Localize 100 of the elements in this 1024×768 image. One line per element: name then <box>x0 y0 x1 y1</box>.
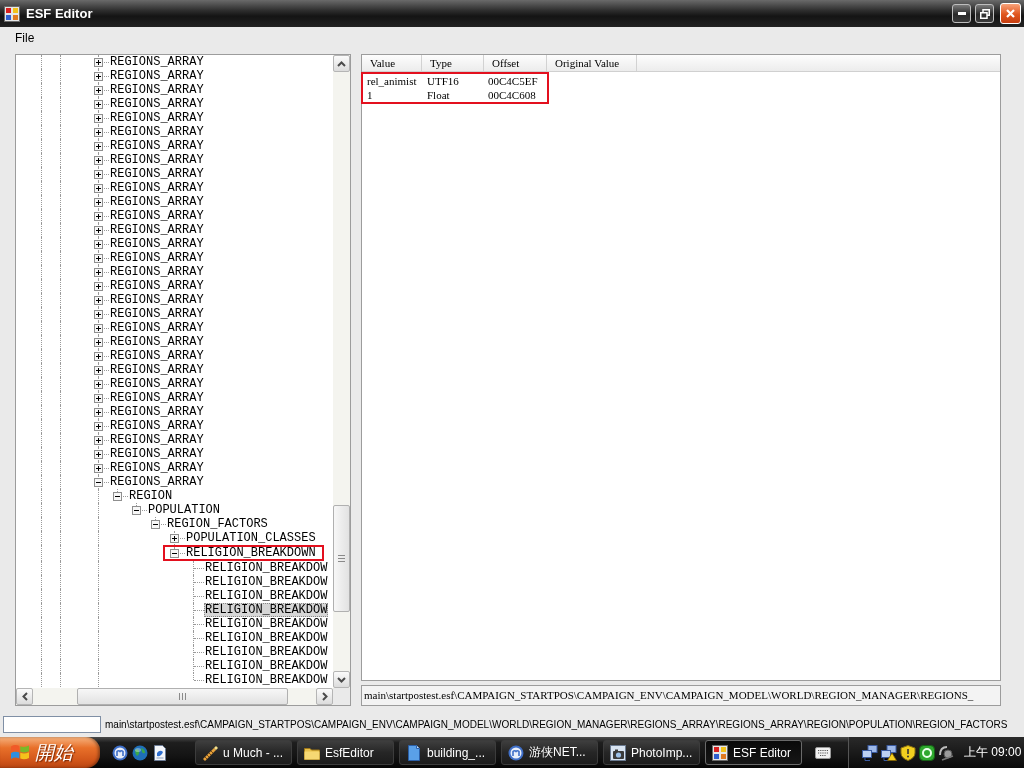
round-logo-icon[interactable] <box>112 744 128 761</box>
plus-box-icon[interactable] <box>94 72 103 81</box>
plus-box-icon[interactable] <box>94 198 103 207</box>
column-header[interactable]: Value <box>362 55 422 71</box>
taskbar-button[interactable]: EsfEditor <box>297 740 394 765</box>
tree-item[interactable]: REGIONS_ARRAY <box>109 209 205 223</box>
globe-icon[interactable] <box>132 744 148 761</box>
minus-box-icon[interactable] <box>113 492 122 501</box>
tree-item[interactable]: RELIGION_BREAKDOW <box>204 645 329 659</box>
tree-item[interactable]: REGIONS_ARRAY <box>109 377 205 391</box>
restore-button[interactable] <box>975 4 994 23</box>
plus-box-icon[interactable] <box>94 436 103 445</box>
plus-box-icon[interactable] <box>94 156 103 165</box>
document-icon[interactable] <box>152 744 168 761</box>
plus-box-icon[interactable] <box>94 86 103 95</box>
tree-item[interactable]: POPULATION <box>147 503 221 517</box>
network-warning-icon[interactable] <box>881 744 897 761</box>
tree-item[interactable]: REGIONS_ARRAY <box>109 391 205 405</box>
scroll-up-button[interactable] <box>333 55 350 72</box>
tree-item[interactable]: REGIONS_ARRAY <box>109 237 205 251</box>
tree-item[interactable]: REGIONS_ARRAY <box>109 475 205 489</box>
plus-box-icon[interactable] <box>94 240 103 249</box>
plus-box-icon[interactable] <box>94 380 103 389</box>
plus-box-icon[interactable] <box>94 324 103 333</box>
tree-item[interactable]: REGIONS_ARRAY <box>109 251 205 265</box>
tree-item[interactable]: REGIONS_ARRAY <box>109 55 205 69</box>
plus-box-icon[interactable] <box>94 212 103 221</box>
tree-item[interactable]: REGION_FACTORS <box>166 517 269 531</box>
plus-box-icon[interactable] <box>94 352 103 361</box>
plus-box-icon[interactable] <box>94 254 103 263</box>
minimize-button[interactable] <box>952 4 971 23</box>
taskbar-button[interactable]: 游侠NET... <box>501 740 598 765</box>
scroll-thumb[interactable] <box>77 688 288 705</box>
tree-item[interactable]: REGIONS_ARRAY <box>109 265 205 279</box>
tree-item[interactable]: REGIONS_ARRAY <box>109 111 205 125</box>
network-icon[interactable] <box>862 744 878 761</box>
start-button[interactable]: 開始 <box>0 737 100 768</box>
tree-item[interactable]: RELIGION_BREAKDOW <box>204 603 329 617</box>
tree-item[interactable]: REGIONS_ARRAY <box>109 97 205 111</box>
tree-item[interactable]: REGIONS_ARRAY <box>109 433 205 447</box>
tree-item[interactable]: REGIONS_ARRAY <box>109 321 205 335</box>
tree-item[interactable]: REGIONS_ARRAY <box>109 447 205 461</box>
tree-item[interactable]: RELIGION_BREAKDOWN <box>185 547 317 559</box>
vertical-scrollbar[interactable] <box>333 55 350 688</box>
scroll-down-button[interactable] <box>333 671 350 688</box>
tree-item[interactable]: RELIGION_BREAKDOW <box>204 617 329 631</box>
tree-item[interactable]: POPULATION_CLASSES <box>185 531 317 545</box>
path-field[interactable]: main\startpostest.esf\CAMPAIGN_STARTPOS\CAMPAIGN_ENV\CAMPAIGN_MODEL\WORLD\REGION_MANAGER\REGIONS_ <box>361 685 1001 706</box>
tree-item[interactable]: REGIONS_ARRAY <box>109 461 205 475</box>
column-header[interactable]: Original Value <box>547 55 637 71</box>
plus-box-icon[interactable] <box>94 296 103 305</box>
plus-box-icon[interactable] <box>94 58 103 67</box>
tree-item[interactable]: REGIONS_ARRAY <box>109 125 205 139</box>
tree-item[interactable]: RELIGION_BREAKDOW <box>204 589 329 603</box>
tree-item[interactable]: RELIGION_BREAKDOW <box>204 575 329 589</box>
scroll-thumb[interactable] <box>333 505 350 612</box>
column-header[interactable]: Offset <box>484 55 547 71</box>
plus-box-icon[interactable] <box>94 408 103 417</box>
plus-box-icon[interactable] <box>94 338 103 347</box>
scroll-right-button[interactable] <box>316 688 333 705</box>
taskbar-button[interactable]: building_... <box>399 740 496 765</box>
headset-icon[interactable] <box>938 744 954 761</box>
horizontal-scrollbar[interactable] <box>16 688 333 705</box>
plus-box-icon[interactable] <box>94 268 103 277</box>
input-field[interactable] <box>3 715 101 733</box>
list-row[interactable]: 1 Float 00C4C608 <box>363 88 547 102</box>
tree-item[interactable]: REGIONS_ARRAY <box>109 405 205 419</box>
plus-box-icon[interactable] <box>94 184 103 193</box>
column-header[interactable]: Type <box>422 55 484 71</box>
tree-item[interactable]: REGION <box>128 489 174 503</box>
tree-item[interactable]: RELIGION_BREAKDOW <box>204 561 329 575</box>
tree-item[interactable]: REGIONS_ARRAY <box>109 167 205 181</box>
plus-box-icon[interactable] <box>94 310 103 319</box>
plus-box-icon[interactable] <box>94 394 103 403</box>
plus-box-icon[interactable] <box>94 142 103 151</box>
taskbar-button[interactable]: u Much - ... <box>195 740 292 765</box>
minus-box-icon[interactable] <box>151 520 160 529</box>
scroll-left-button[interactable] <box>16 688 33 705</box>
shield-icon[interactable] <box>900 744 916 761</box>
taskbar-button[interactable]: PhotoImp... <box>603 740 700 765</box>
plus-box-icon[interactable] <box>94 100 103 109</box>
plus-box-icon[interactable] <box>170 534 179 543</box>
plus-box-icon[interactable] <box>94 464 103 473</box>
tree-item[interactable]: REGIONS_ARRAY <box>109 419 205 433</box>
tree-item[interactable]: RELIGION_BREAKDOW <box>204 659 329 673</box>
plus-box-icon[interactable] <box>94 422 103 431</box>
tree-item[interactable]: REGIONS_ARRAY <box>109 83 205 97</box>
tree-item[interactable]: REGIONS_ARRAY <box>109 335 205 349</box>
minus-box-icon[interactable] <box>170 549 179 558</box>
close-button[interactable] <box>1000 3 1021 24</box>
tree-item[interactable]: RELIGION_BREAKDOW <box>204 673 329 687</box>
minus-box-icon[interactable] <box>94 478 103 487</box>
plus-box-icon[interactable] <box>94 282 103 291</box>
tree-item[interactable]: REGIONS_ARRAY <box>109 363 205 377</box>
plus-box-icon[interactable] <box>94 366 103 375</box>
tree-item[interactable]: REGIONS_ARRAY <box>109 279 205 293</box>
tree-item[interactable]: REGIONS_ARRAY <box>109 69 205 83</box>
tree-item[interactable]: REGIONS_ARRAY <box>109 349 205 363</box>
tree-item[interactable]: REGIONS_ARRAY <box>109 307 205 321</box>
menu-item[interactable]: File <box>12 29 38 46</box>
